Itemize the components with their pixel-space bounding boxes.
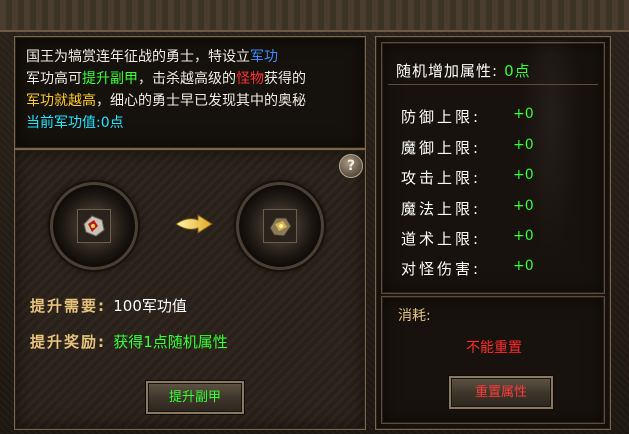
attribute-label: 对怪伤害: bbox=[401, 260, 482, 278]
intro-segment: 国王为犒赏连年征战的勇士，特设立 bbox=[26, 49, 250, 65]
requirement-label: 提升需要: bbox=[30, 297, 106, 315]
current-merit-label: 当前军功值: bbox=[26, 115, 101, 131]
attribute-label: 道术上限: bbox=[401, 230, 482, 248]
intro-segment: 提升副甲 bbox=[82, 71, 138, 87]
attribute-row: 魔御上限: +0 bbox=[401, 137, 534, 158]
attribute-value: +0 bbox=[513, 258, 534, 274]
intro-segment: ，细心的勇士早已发现其中的奥秘 bbox=[96, 93, 306, 109]
upgrade-armor-button[interactable]: 提升副甲 bbox=[146, 381, 244, 414]
attribute-value: +0 bbox=[513, 106, 534, 122]
intro-line-1: 国王为犒赏连年征战的勇士，特设立军功 bbox=[26, 46, 356, 68]
attribute-row: 魔法上限: +0 bbox=[401, 198, 534, 219]
reset-attributes-button[interactable]: 重置属性 bbox=[449, 376, 553, 409]
result-item-slot[interactable] bbox=[236, 182, 324, 270]
attribute-label: 攻击上限: bbox=[401, 169, 482, 187]
reward-label: 提升奖励: bbox=[30, 333, 106, 351]
attribute-row: 道术上限: +0 bbox=[401, 228, 534, 249]
intro-segment: ，击杀越高级的 bbox=[138, 71, 236, 87]
upgrade-reward: 提升奖励: 获得1点随机属性 bbox=[30, 331, 228, 352]
result-item-icon bbox=[263, 209, 297, 243]
arrow-right-icon bbox=[175, 214, 213, 234]
current-merit-value: 0点 bbox=[100, 115, 124, 131]
attribute-title: 随机增加属性: 0点 bbox=[396, 60, 531, 81]
reset-status: 不能重置 bbox=[466, 340, 522, 356]
intro-text: 国王为犒赏连年征战的勇士，特设立军功 军功高可提升副甲，击杀越高级的怪物获得的 … bbox=[26, 46, 356, 134]
source-item-icon bbox=[77, 209, 111, 243]
reward-value: 获得1点随机属性 bbox=[113, 333, 228, 351]
intro-segment: 军功 bbox=[250, 49, 278, 65]
attribute-title-value: 0点 bbox=[504, 62, 531, 80]
attribute-value: +0 bbox=[513, 228, 534, 244]
attribute-row: 攻击上限: +0 bbox=[401, 167, 534, 188]
consume-label: 消耗: bbox=[398, 308, 431, 324]
attribute-row: 防御上限: +0 bbox=[401, 106, 534, 127]
source-item-slot[interactable] bbox=[50, 182, 138, 270]
attribute-label: 防御上限: bbox=[401, 108, 482, 126]
top-border bbox=[0, 0, 629, 32]
attribute-label: 魔法上限: bbox=[401, 200, 482, 218]
attribute-value: +0 bbox=[513, 198, 534, 214]
attribute-value: +0 bbox=[513, 137, 534, 153]
current-merit: 当前军功值:0点 bbox=[26, 112, 356, 134]
intro-line-3: 军功就越高，细心的勇士早已发现其中的奥秘 bbox=[26, 90, 356, 112]
intro-segment: 军功就越高 bbox=[26, 93, 96, 109]
intro-segment: 获得的 bbox=[264, 71, 306, 87]
help-button[interactable]: ? bbox=[339, 154, 363, 178]
attribute-value: +0 bbox=[513, 167, 534, 183]
upgrade-requirement: 提升需要: 100军功值 bbox=[30, 295, 187, 316]
attribute-row: 对怪伤害: +0 bbox=[401, 258, 534, 279]
attribute-label: 魔御上限: bbox=[401, 139, 482, 157]
attribute-title-label: 随机增加属性: bbox=[396, 62, 499, 80]
divider bbox=[388, 84, 598, 85]
intro-segment: 怪物 bbox=[236, 71, 264, 87]
intro-line-2: 军功高可提升副甲，击杀越高级的怪物获得的 bbox=[26, 68, 356, 90]
requirement-value: 100军功值 bbox=[113, 297, 187, 315]
intro-segment: 军功高可 bbox=[26, 71, 82, 87]
